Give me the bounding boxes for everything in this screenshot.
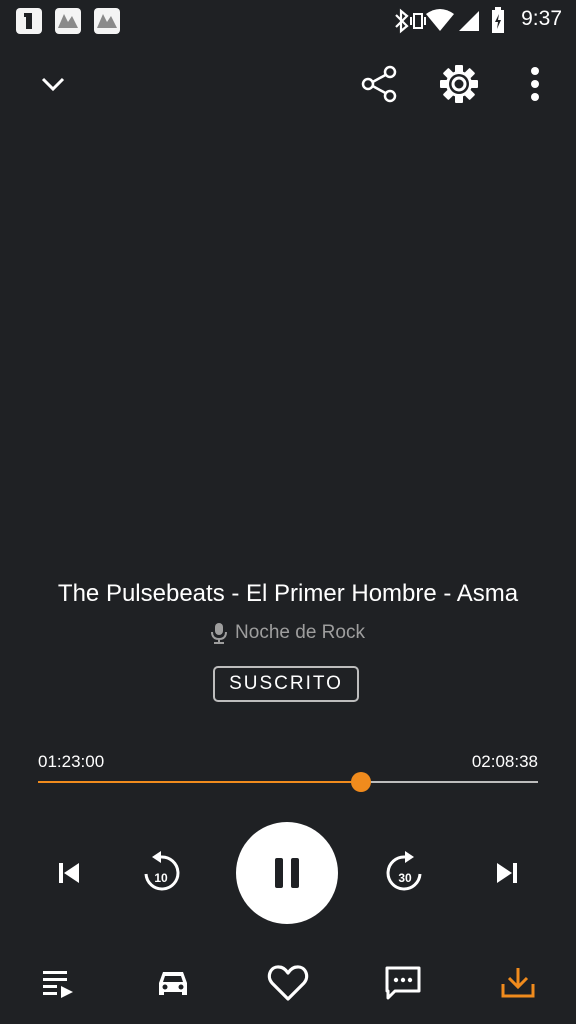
forward-button[interactable]: 30 bbox=[378, 846, 432, 900]
notification-app-icon bbox=[16, 8, 42, 34]
vibrate-icon bbox=[410, 13, 426, 29]
collapse-button[interactable] bbox=[27, 58, 79, 110]
status-bar: 9:37 bbox=[0, 0, 576, 40]
comments-icon bbox=[385, 966, 421, 1000]
seek-bar[interactable] bbox=[38, 772, 538, 792]
podcast-link[interactable]: Noche de Rock bbox=[0, 622, 576, 644]
seek-bar-progress bbox=[38, 781, 361, 783]
microphone-icon bbox=[211, 623, 228, 644]
cell-signal-icon bbox=[459, 11, 479, 31]
share-icon bbox=[361, 65, 397, 103]
comments-button[interactable] bbox=[375, 955, 431, 1011]
skip-next-icon bbox=[497, 863, 517, 883]
wifi-icon bbox=[426, 9, 454, 31]
car-mode-button[interactable] bbox=[145, 955, 201, 1011]
share-button[interactable] bbox=[353, 58, 405, 110]
episode-title: The Pulsebeats - El Primer Hombre - Asma bbox=[57, 580, 519, 607]
gear-icon bbox=[440, 65, 478, 103]
seek-bar-thumb[interactable] bbox=[351, 772, 371, 792]
pause-icon bbox=[275, 858, 299, 888]
forward-seconds: 30 bbox=[398, 871, 412, 885]
skip-previous-icon bbox=[59, 863, 79, 883]
settings-button[interactable] bbox=[433, 58, 485, 110]
notification-image-icon bbox=[55, 8, 81, 34]
queue-icon bbox=[43, 971, 73, 998]
favorite-button[interactable] bbox=[260, 955, 316, 1011]
chevron-down-icon bbox=[41, 77, 65, 92]
podcast-name: Noche de Rock bbox=[235, 622, 365, 643]
car-icon bbox=[159, 972, 187, 995]
next-button[interactable] bbox=[482, 848, 532, 898]
subscribed-button[interactable]: SUSCRITO bbox=[213, 666, 359, 702]
replay-10-icon: 10 bbox=[144, 851, 180, 891]
download-icon bbox=[501, 968, 535, 998]
more-options-button[interactable] bbox=[509, 58, 561, 110]
more-vert-icon bbox=[531, 67, 539, 101]
rewind-seconds: 10 bbox=[154, 871, 168, 885]
previous-button[interactable] bbox=[44, 848, 94, 898]
notification-image-icon bbox=[94, 8, 120, 34]
download-button[interactable] bbox=[490, 955, 546, 1011]
heart-icon bbox=[267, 965, 309, 1001]
elapsed-time: 01:23:00 bbox=[38, 752, 105, 771]
status-time: 9:37 bbox=[521, 7, 562, 30]
battery-charging-icon bbox=[492, 7, 504, 33]
forward-30-icon: 30 bbox=[386, 851, 422, 891]
rewind-button[interactable]: 10 bbox=[134, 846, 188, 900]
total-time: 02:08:38 bbox=[471, 752, 538, 771]
pause-button[interactable] bbox=[236, 822, 338, 924]
queue-button[interactable] bbox=[30, 955, 86, 1011]
